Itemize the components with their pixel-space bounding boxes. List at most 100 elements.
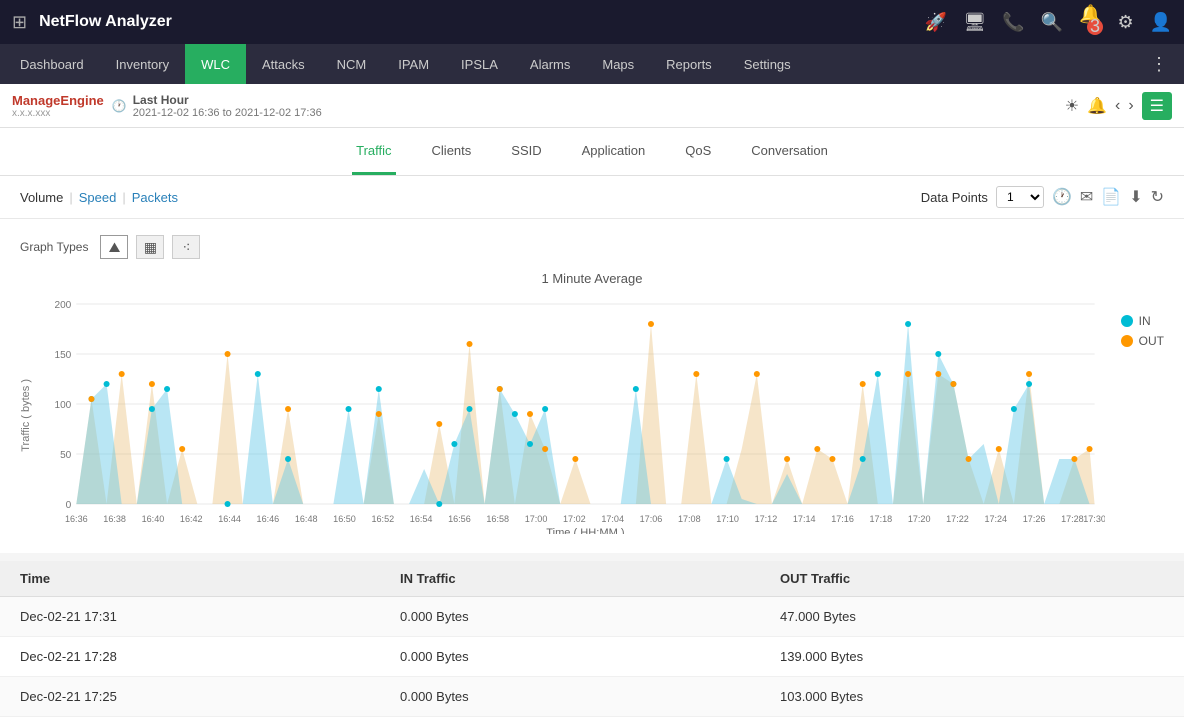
notification-icon[interactable]: 🔔 3 bbox=[1079, 4, 1101, 41]
pdf-icon[interactable]: 📄 bbox=[1101, 187, 1121, 207]
menu-icon[interactable]: ☰ bbox=[1142, 92, 1172, 120]
top-icons: 🚀 🖥 📞 🔍 🔔 3 ⚙ 👤 bbox=[925, 4, 1172, 41]
chart-container: 1 Minute Average Traffic ( bytes ) 0 50 … bbox=[20, 271, 1164, 537]
row2-in: 0.000 Bytes bbox=[400, 649, 780, 664]
chart-wrap: Traffic ( bytes ) 0 50 100 150 200 bbox=[20, 294, 1164, 537]
svg-text:16:42: 16:42 bbox=[180, 514, 203, 524]
svg-text:17:18: 17:18 bbox=[870, 514, 893, 524]
phone-icon[interactable]: 📞 bbox=[1002, 12, 1024, 33]
more-menu-button[interactable]: ⋮ bbox=[1138, 54, 1180, 75]
time-info: Last Hour 2021-12-02 16:36 to 2021-12-02… bbox=[133, 93, 322, 119]
tab-ssid[interactable]: SSID bbox=[507, 129, 545, 175]
col-time: Time bbox=[20, 571, 400, 586]
col-in: IN Traffic bbox=[400, 571, 780, 586]
svg-text:16:50: 16:50 bbox=[333, 514, 356, 524]
speed-link[interactable]: Speed bbox=[79, 190, 117, 205]
monitor-icon[interactable]: 🖥 bbox=[963, 12, 986, 33]
svg-text:50: 50 bbox=[60, 450, 72, 461]
data-table: Time IN Traffic OUT Traffic Dec-02-21 17… bbox=[0, 561, 1184, 717]
row1-time: Dec-02-21 17:31 bbox=[20, 609, 400, 624]
nav-dashboard[interactable]: Dashboard bbox=[4, 44, 100, 84]
nav-attacks[interactable]: Attacks bbox=[246, 44, 321, 84]
bar-chart-btn[interactable]: ▦ bbox=[136, 235, 164, 259]
brand-title: NetFlow Analyzer bbox=[39, 13, 913, 31]
volume-label[interactable]: Volume bbox=[20, 190, 63, 205]
table-row: Dec-02-21 17:25 0.000 Bytes 103.000 Byte… bbox=[0, 677, 1184, 717]
rocket-icon[interactable]: 🚀 bbox=[925, 12, 947, 33]
row1-out: 47.000 Bytes bbox=[780, 609, 1164, 624]
table-header: Time IN Traffic OUT Traffic bbox=[0, 561, 1184, 597]
svg-text:200: 200 bbox=[54, 300, 71, 311]
packets-link[interactable]: Packets bbox=[132, 190, 178, 205]
right-tools: Data Points 1 5 10 🕐 ✉ 📄 ⬇ ↻ bbox=[921, 186, 1164, 208]
logo-text: ManageEngine bbox=[12, 93, 104, 108]
scatter-chart-btn[interactable]: ⁖ bbox=[172, 235, 200, 259]
search-icon[interactable]: 🔍 bbox=[1041, 12, 1063, 33]
nav-ipam[interactable]: IPAM bbox=[382, 44, 445, 84]
logo-ip: x.x.x.xxx bbox=[12, 108, 104, 119]
tab-traffic[interactable]: Traffic bbox=[352, 129, 395, 175]
user-icon[interactable]: 👤 bbox=[1150, 12, 1172, 33]
svg-text:16:38: 16:38 bbox=[103, 514, 126, 524]
export-icon[interactable]: ⬇ bbox=[1129, 187, 1142, 207]
schedule-icon[interactable]: 🕐 bbox=[1052, 187, 1072, 207]
grid-icon[interactable]: ⊞ bbox=[12, 12, 27, 33]
nav-alarms[interactable]: Alarms bbox=[514, 44, 586, 84]
nav-reports[interactable]: Reports bbox=[650, 44, 728, 84]
svg-text:16:48: 16:48 bbox=[295, 514, 318, 524]
svg-text:17:06: 17:06 bbox=[640, 514, 663, 524]
chart-title: 1 Minute Average bbox=[20, 271, 1164, 286]
tab-clients[interactable]: Clients bbox=[428, 129, 476, 175]
svg-text:17:04: 17:04 bbox=[601, 514, 624, 524]
gear-icon[interactable]: ⚙ bbox=[1117, 12, 1133, 33]
data-points-select[interactable]: 1 5 10 bbox=[996, 186, 1044, 208]
main-nav: Dashboard Inventory WLC Attacks NCM IPAM… bbox=[0, 44, 1184, 84]
row2-time: Dec-02-21 17:28 bbox=[20, 649, 400, 664]
tab-conversation[interactable]: Conversation bbox=[747, 129, 832, 175]
svg-text:100: 100 bbox=[54, 400, 71, 411]
sun-icon[interactable]: ☀ bbox=[1065, 96, 1079, 116]
email-icon[interactable]: ✉ bbox=[1080, 187, 1093, 207]
in-label: IN bbox=[1139, 314, 1151, 328]
graph-section: Graph Types ⛰ ▦ ⁖ 1 Minute Average Traff… bbox=[0, 219, 1184, 553]
out-dot bbox=[1121, 335, 1133, 347]
svg-text:16:46: 16:46 bbox=[257, 514, 280, 524]
table-row: Dec-02-21 17:31 0.000 Bytes 47.000 Bytes bbox=[0, 597, 1184, 637]
chart-inner: 0 50 100 150 200 bbox=[36, 294, 1105, 537]
refresh-icon[interactable]: ↻ bbox=[1151, 187, 1164, 207]
svg-text:17:08: 17:08 bbox=[678, 514, 701, 524]
top-bar: ⊞ NetFlow Analyzer 🚀 🖥 📞 🔍 🔔 3 ⚙ 👤 bbox=[0, 0, 1184, 44]
graph-types: Graph Types ⛰ ▦ ⁖ bbox=[20, 235, 1164, 259]
svg-text:17:20: 17:20 bbox=[908, 514, 931, 524]
time-label: Last Hour bbox=[133, 93, 322, 107]
nav-wlc[interactable]: WLC bbox=[185, 44, 246, 84]
svg-text:17:10: 17:10 bbox=[716, 514, 739, 524]
nav-inventory[interactable]: Inventory bbox=[100, 44, 185, 84]
tab-application[interactable]: Application bbox=[578, 129, 650, 175]
col-out: OUT Traffic bbox=[780, 571, 1164, 586]
svg-text:16:52: 16:52 bbox=[371, 514, 394, 524]
svg-text:17:28: 17:28 bbox=[1061, 514, 1084, 524]
svg-text:Time ( HH:MM ): Time ( HH:MM ) bbox=[546, 527, 624, 534]
svg-text:17:30: 17:30 bbox=[1083, 514, 1104, 524]
svg-text:0: 0 bbox=[66, 500, 72, 511]
nav-ipsla[interactable]: IPSLA bbox=[445, 44, 514, 84]
nav-maps[interactable]: Maps bbox=[586, 44, 650, 84]
next-icon[interactable]: › bbox=[1128, 97, 1133, 115]
svg-text:16:56: 16:56 bbox=[448, 514, 471, 524]
svg-text:16:36: 16:36 bbox=[65, 514, 88, 524]
nav-ncm[interactable]: NCM bbox=[321, 44, 383, 84]
toolbar: Volume | Speed | Packets Data Points 1 5… bbox=[0, 176, 1184, 219]
nav-settings[interactable]: Settings bbox=[728, 44, 807, 84]
prev-icon[interactable]: ‹ bbox=[1115, 97, 1120, 115]
tab-qos[interactable]: QoS bbox=[681, 129, 715, 175]
row3-in: 0.000 Bytes bbox=[400, 689, 780, 704]
area-chart-btn[interactable]: ⛰ bbox=[100, 235, 128, 259]
sub-bar: ManageEngine x.x.x.xxx 🕐 Last Hour 2021-… bbox=[0, 84, 1184, 128]
svg-text:17:24: 17:24 bbox=[984, 514, 1007, 524]
table-row: Dec-02-21 17:28 0.000 Bytes 139.000 Byte… bbox=[0, 637, 1184, 677]
bell-alt-icon[interactable]: 🔔 bbox=[1087, 96, 1107, 116]
clock-icon: 🕐 bbox=[112, 99, 127, 113]
graph-types-label: Graph Types bbox=[20, 240, 88, 254]
time-section: 🕐 Last Hour 2021-12-02 16:36 to 2021-12-… bbox=[112, 93, 322, 119]
